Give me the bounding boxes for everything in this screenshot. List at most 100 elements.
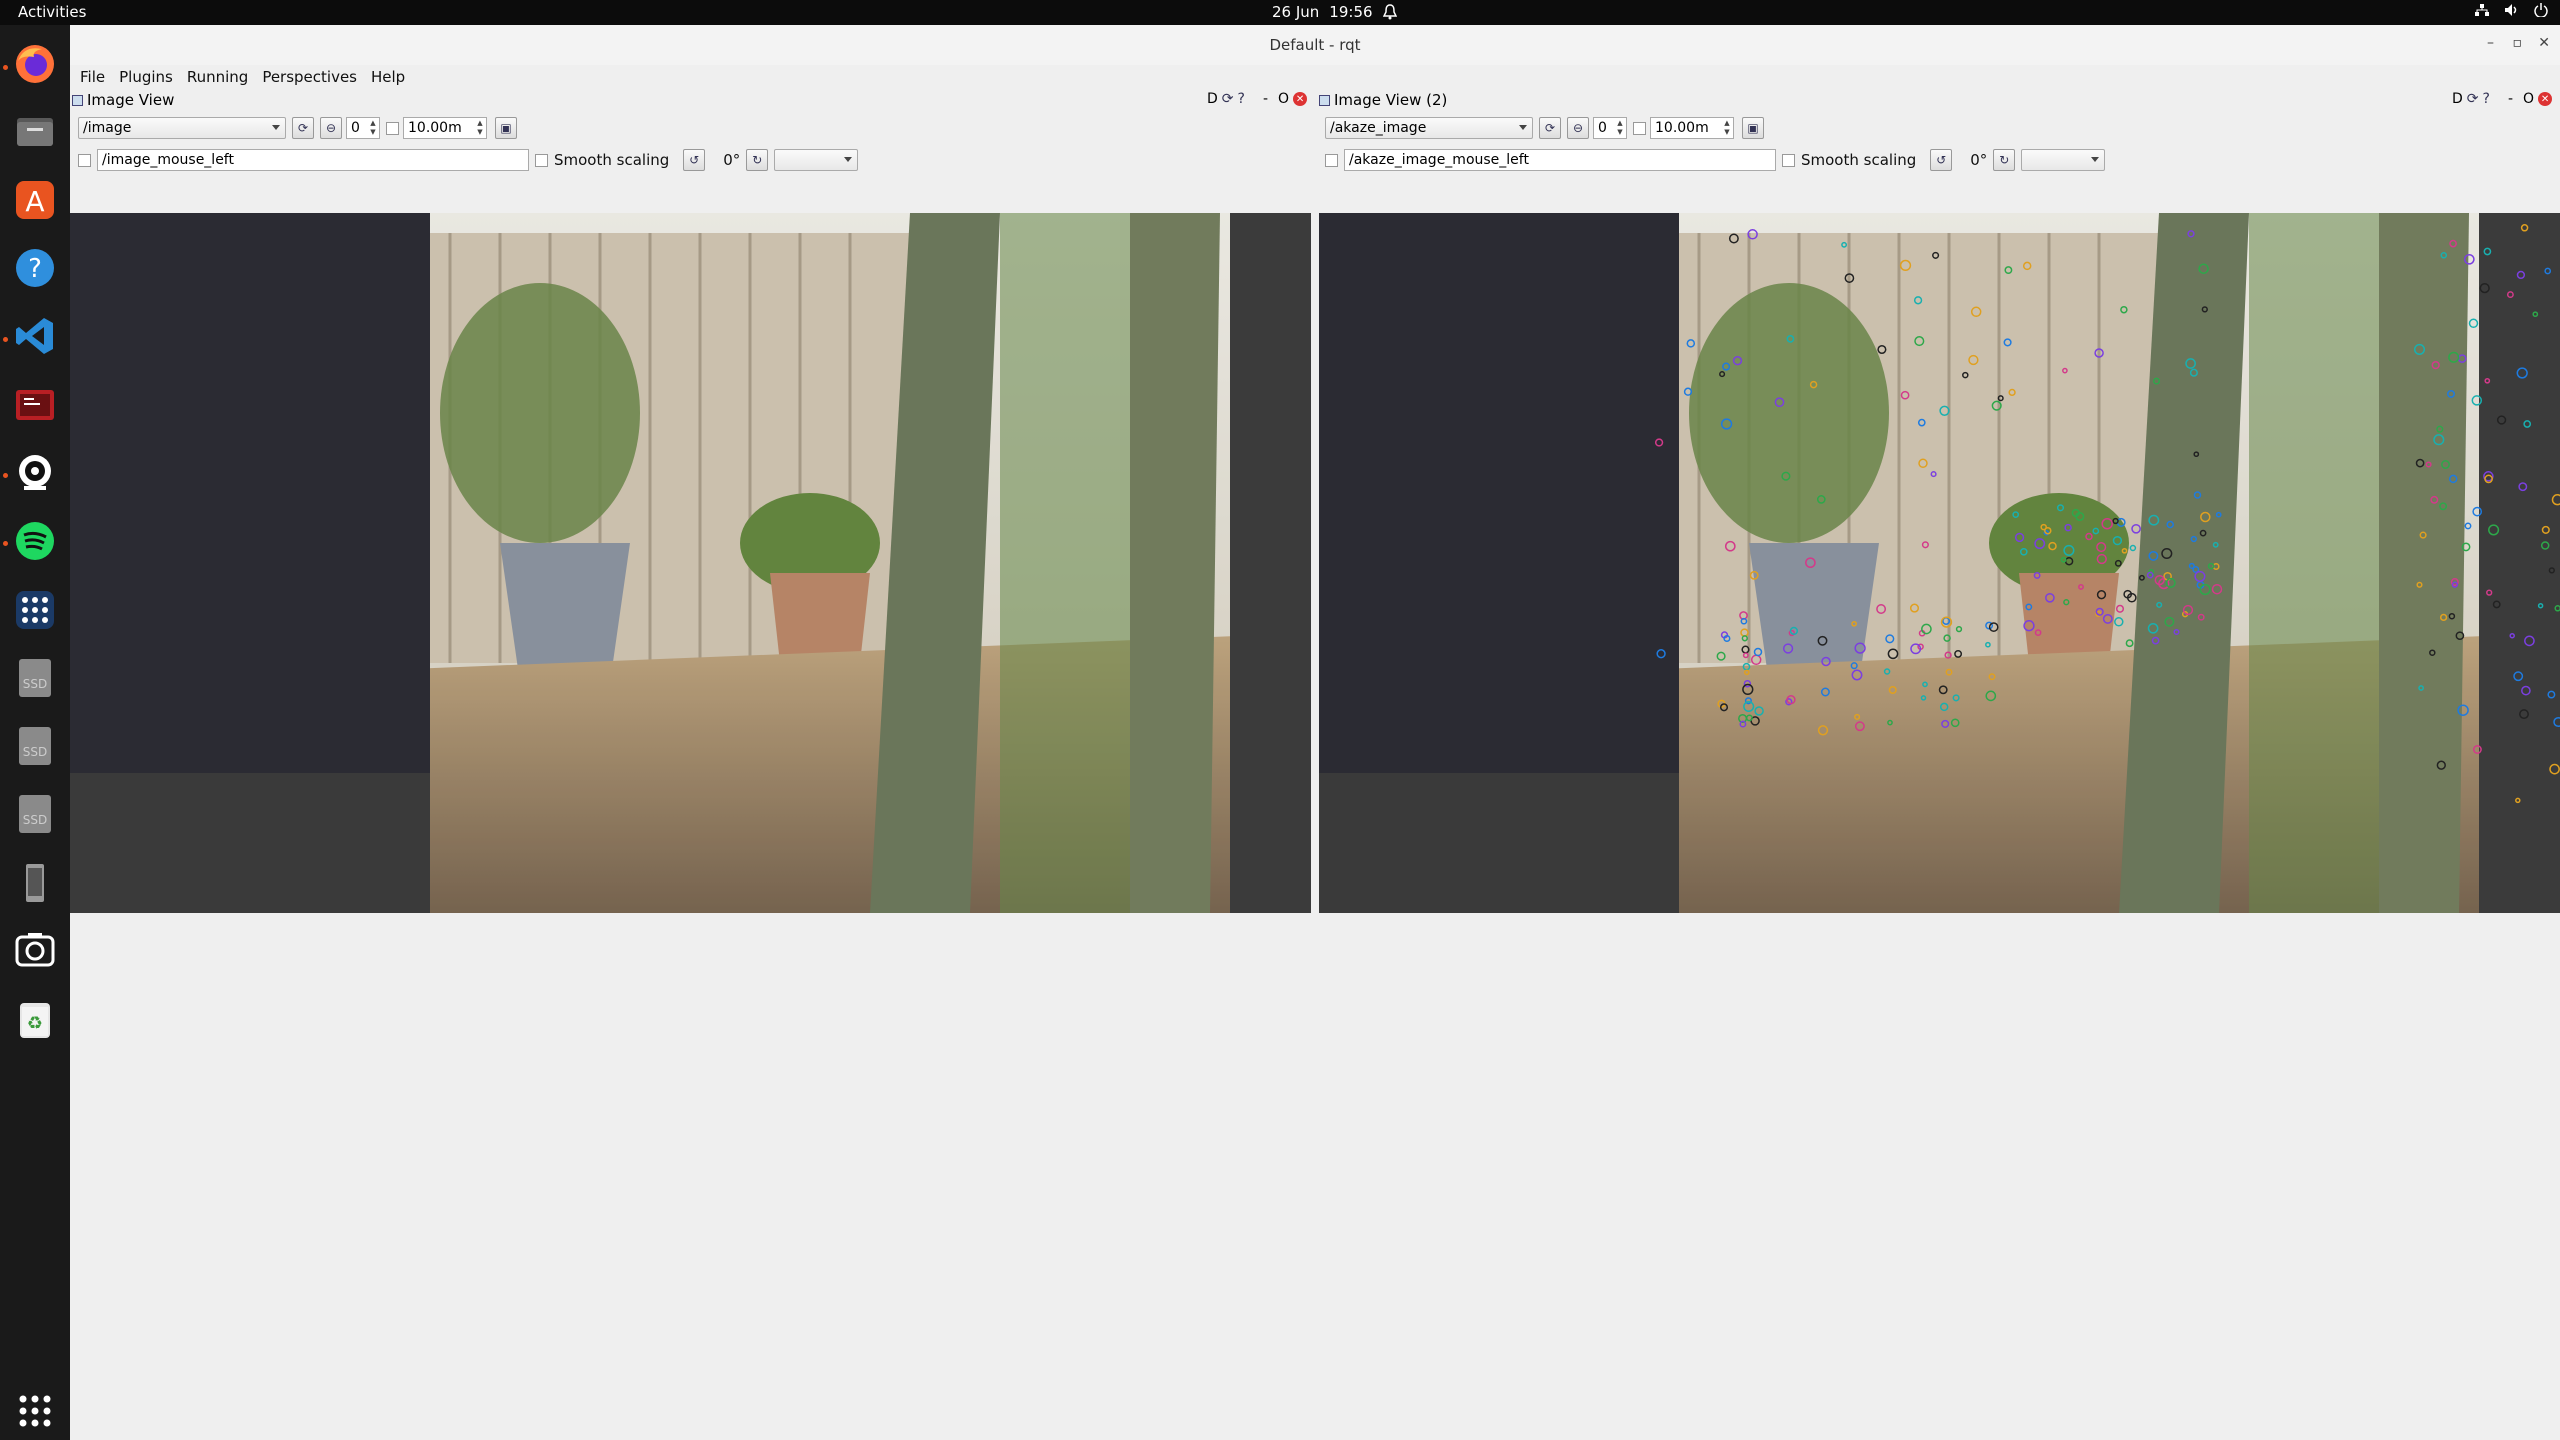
save-icon: ▣	[500, 121, 512, 135]
running-indicator	[3, 337, 8, 342]
minimize-pane-button[interactable]: -	[1263, 91, 1268, 107]
rotate-right-button[interactable]: ↻	[1993, 149, 2016, 171]
rotation-label: 0°	[1970, 151, 1988, 169]
ssd-drive-icon[interactable]: SSD	[11, 722, 59, 770]
ssd-drive-icon[interactable]: SSD	[11, 654, 59, 702]
toolbar-row: /image ⟳ ⊖ 0 ▲ ▼ 10.00m ▲ ▼ ▣	[78, 115, 517, 141]
smooth-scaling-checkbox[interactable]	[535, 153, 548, 167]
pane-title: Image View	[72, 89, 174, 111]
show-apps-icon[interactable]	[11, 1387, 59, 1435]
maximize-icon[interactable]: ▫	[2513, 35, 2523, 51]
image-view-icon	[1319, 94, 1330, 106]
ssd-drive-icon[interactable]: SSD	[11, 790, 59, 838]
menu-running[interactable]: Running	[187, 68, 248, 86]
image-display[interactable]	[70, 213, 1311, 913]
dock-toggle-button[interactable]: D	[1207, 91, 1218, 107]
image-view-pane: Image View D ⟳ ? - O ✕ /image ⟳ ⊖ 0 ▲ ▼ 10…	[70, 89, 1313, 919]
publish-mouse-checkbox[interactable]	[78, 153, 91, 167]
topic-value: /akaze_image	[1330, 120, 1427, 136]
rotate-left-button[interactable]: ↺	[1930, 149, 1953, 171]
window-title: Default - rqt	[1269, 36, 1361, 54]
help-circle-icon[interactable]: ?	[2483, 91, 2490, 107]
zoom-button[interactable]: ⊖	[320, 117, 342, 139]
rotate-left-button[interactable]: ↺	[683, 149, 706, 171]
topic-combobox[interactable]: /akaze_image	[1325, 117, 1533, 139]
rotate-right-button[interactable]: ↻	[746, 149, 769, 171]
smooth-scaling-checkbox[interactable]	[1782, 153, 1795, 167]
time-spinbox[interactable]: 10.00m ▲ ▼	[403, 117, 487, 139]
minimize-icon[interactable]: –	[2487, 35, 2494, 51]
time-value: 10.00m	[408, 120, 462, 136]
dock-toggle-button[interactable]: D	[2452, 91, 2463, 107]
volume-icon	[2504, 3, 2520, 21]
app-center-icon[interactable]: A	[11, 176, 59, 224]
svg-text:SSD: SSD	[23, 813, 47, 827]
timeout-checkbox[interactable]	[386, 121, 399, 135]
mouse-topic-field[interactable]: /akaze_image_mouse_left	[1344, 149, 1776, 171]
svg-text:SSD: SSD	[23, 677, 47, 691]
activities-button[interactable]: Activities	[18, 3, 86, 21]
options-row: /akaze_image_mouse_left Smooth scaling ↺…	[1325, 147, 2106, 173]
zoom-spinbox[interactable]: 0 ▲ ▼	[1593, 117, 1627, 139]
refresh-icon: ⟳	[1544, 121, 1556, 135]
help-icon[interactable]: ?	[11, 244, 59, 292]
dots-app-icon[interactable]	[11, 586, 59, 634]
menu-help[interactable]: Help	[371, 68, 405, 86]
clock[interactable]: 26 Jun 19:56	[1272, 3, 1397, 21]
timeout-checkbox[interactable]	[1633, 121, 1646, 135]
color-scheme-combobox[interactable]	[2021, 149, 2106, 171]
spin-arrows-icon[interactable]: ▲ ▼	[368, 119, 378, 137]
close-icon[interactable]: ✕	[2538, 35, 2550, 51]
menu-file[interactable]: File	[80, 68, 105, 86]
options-row: /image_mouse_left Smooth scaling ↺ 0° ↻	[78, 147, 859, 173]
close-pane-icon[interactable]: ✕	[2538, 92, 2553, 106]
save-image-button[interactable]: ▣	[495, 117, 517, 139]
system-tray[interactable]	[2474, 3, 2548, 21]
rqt-window: Default - rqt – ▫ ✕ File Plugins Running…	[70, 25, 2560, 1440]
float-pane-button[interactable]: O	[2523, 91, 2534, 107]
time-value: 10.00m	[1655, 120, 1709, 136]
image-view-icon	[72, 94, 83, 106]
spotify-icon[interactable]	[11, 517, 59, 565]
menu-perspectives[interactable]: Perspectives	[262, 68, 357, 86]
mouse-topic-field[interactable]: /image_mouse_left	[97, 149, 529, 171]
time-spinbox[interactable]: 10.00m ▲ ▼	[1650, 117, 1734, 139]
topic-combobox[interactable]: /image	[78, 117, 286, 139]
notification-bell-icon	[1382, 4, 1397, 20]
save-image-button[interactable]: ▣	[1742, 117, 1764, 139]
terminal-app-icon[interactable]	[11, 381, 59, 429]
image-view-2-pane: Image View (2) D ⟳ ? - O ✕ /akaze_image …	[1319, 89, 2560, 919]
reload-icon[interactable]: ⟳	[2467, 91, 2479, 107]
files-icon[interactable]	[11, 107, 59, 155]
date-text: 26 Jun	[1272, 3, 1320, 21]
color-scheme-combobox[interactable]	[774, 149, 859, 171]
zoom-button[interactable]: ⊖	[1567, 117, 1589, 139]
float-pane-button[interactable]: O	[1278, 91, 1289, 107]
publish-mouse-checkbox[interactable]	[1325, 153, 1338, 167]
help-circle-icon[interactable]: ?	[1238, 91, 1245, 107]
menu-plugins[interactable]: Plugins	[119, 68, 173, 86]
firefox-icon[interactable]	[11, 40, 59, 88]
reload-icon[interactable]: ⟳	[1222, 91, 1234, 107]
trash-icon[interactable]: ♻	[11, 996, 59, 1044]
pane-title: Image View (2)	[1319, 89, 1447, 111]
pane-title-text: Image View	[87, 91, 175, 109]
minimize-pane-button[interactable]: -	[2508, 91, 2513, 107]
refresh-topics-button[interactable]: ⟳	[1539, 117, 1561, 139]
vscode-icon[interactable]	[11, 312, 59, 360]
removable-drive-icon[interactable]	[11, 859, 59, 907]
network-icon	[2474, 3, 2490, 21]
spin-arrows-icon[interactable]: ▲ ▼	[1615, 119, 1625, 137]
window-titlebar[interactable]: Default - rqt – ▫ ✕	[70, 25, 2560, 65]
zoom-value: 0	[351, 120, 360, 136]
screenshot-icon[interactable]	[11, 927, 59, 975]
spin-arrows-icon[interactable]: ▲ ▼	[475, 119, 485, 137]
webcam-icon[interactable]	[11, 449, 59, 497]
close-pane-icon[interactable]: ✕	[1293, 92, 1308, 106]
running-indicator	[3, 473, 8, 478]
image-display[interactable]	[1319, 213, 2560, 913]
refresh-topics-button[interactable]: ⟳	[292, 117, 314, 139]
spin-arrows-icon[interactable]: ▲ ▼	[1722, 119, 1732, 137]
rotate-left-icon: ↺	[689, 153, 700, 167]
zoom-spinbox[interactable]: 0 ▲ ▼	[346, 117, 380, 139]
